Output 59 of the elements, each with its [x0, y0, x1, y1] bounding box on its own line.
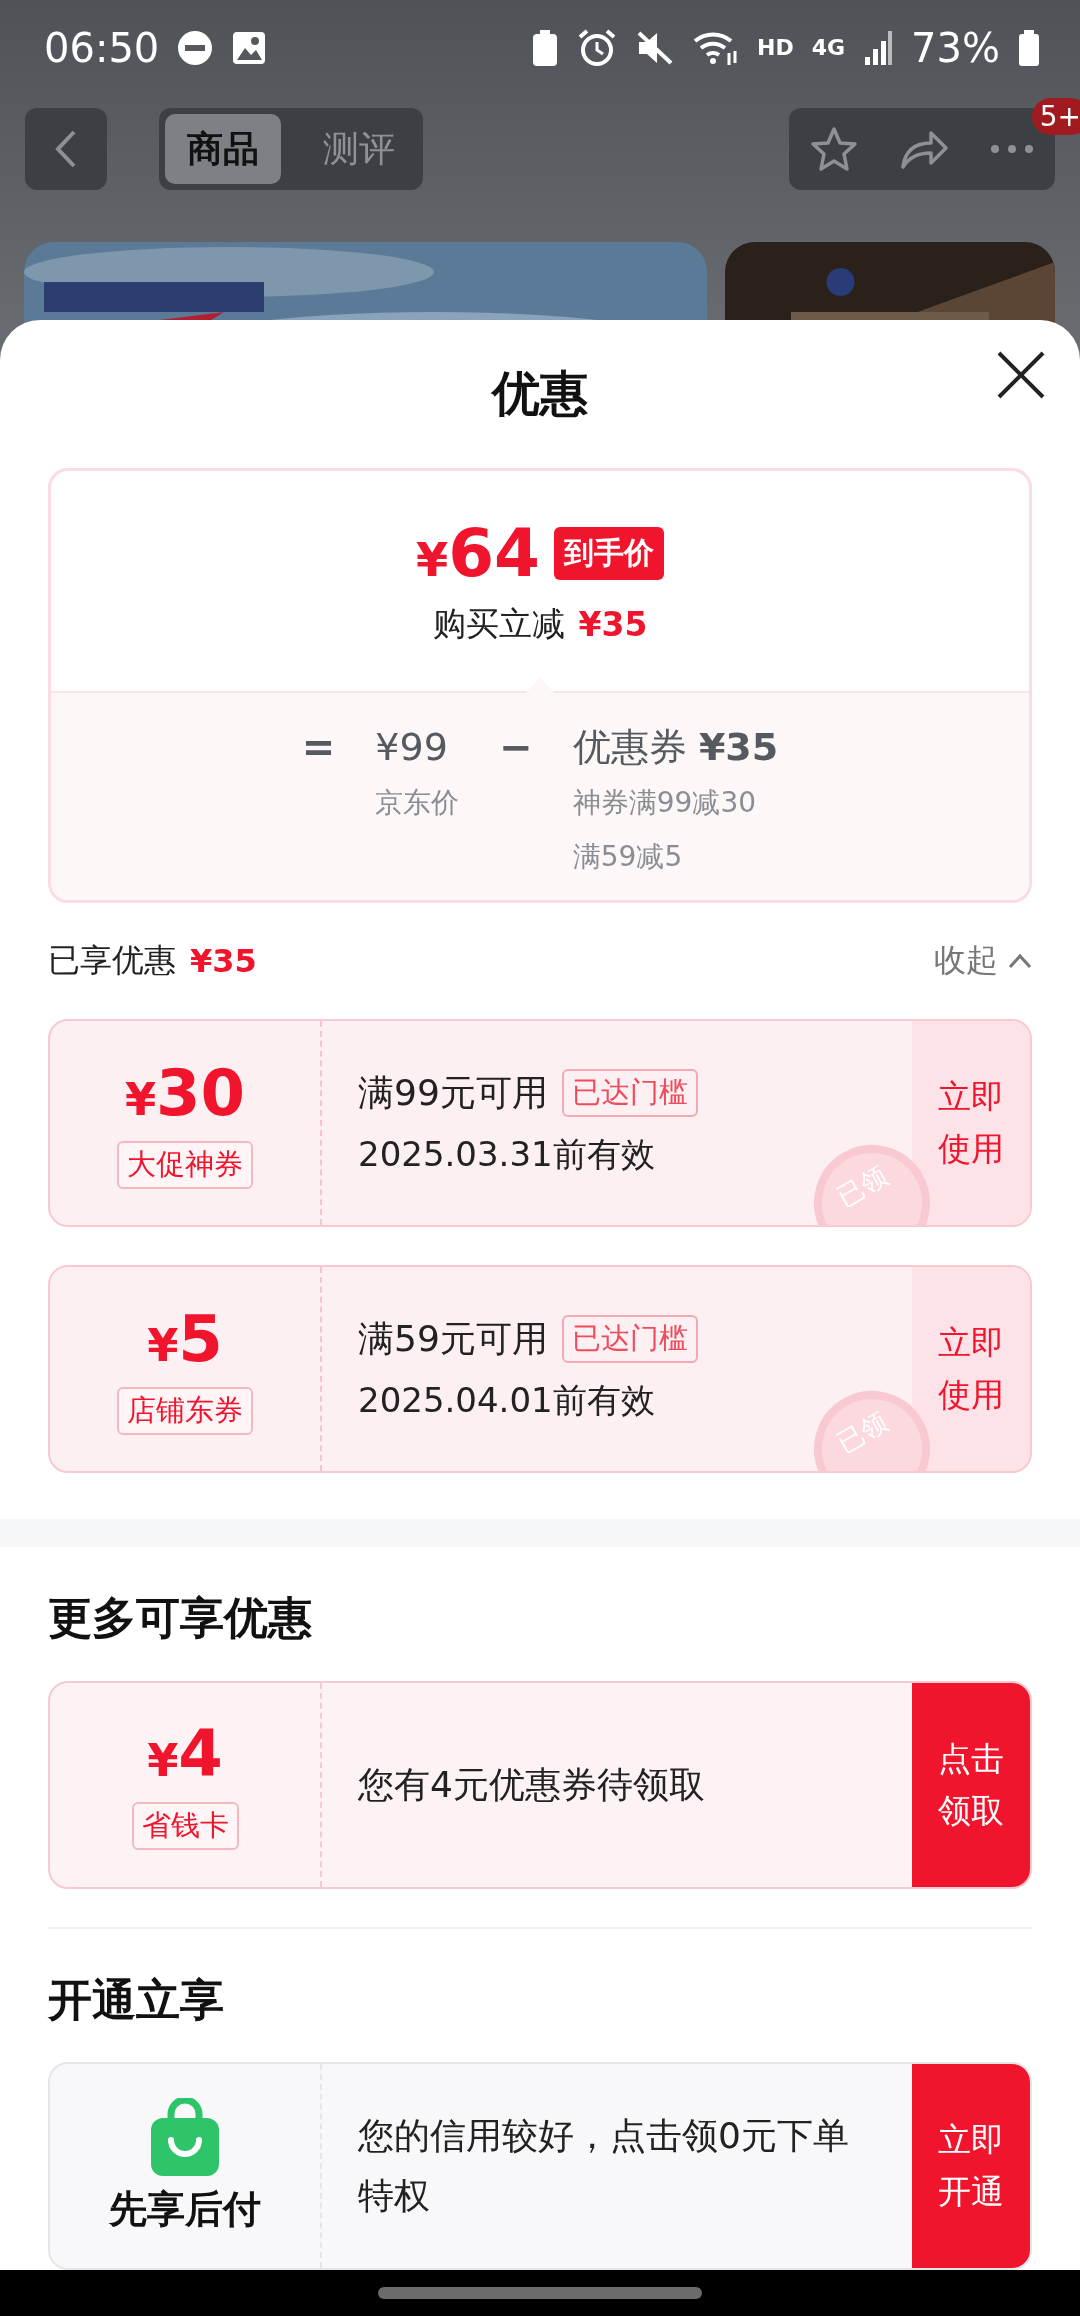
chevron-up-icon — [1008, 952, 1032, 969]
do-not-disturb-icon — [177, 29, 214, 66]
coupon-tag: 店铺东券 — [117, 1386, 253, 1435]
more-button[interactable] — [990, 144, 1035, 154]
list-price-label: 京东价 — [375, 785, 460, 822]
threshold-tag: 已达门槛 — [561, 1069, 698, 1118]
network-label: 4G — [811, 35, 846, 60]
coupon-detail: 神券满99减30 — [572, 785, 758, 822]
battery-icon — [1018, 28, 1040, 67]
price-tag: 到手价 — [554, 527, 664, 581]
section-title: 更多可享优惠 — [48, 1591, 312, 1646]
tab[interactable]: 商品 — [165, 114, 281, 184]
coupon-validity: 2025.04.01前有效 — [358, 1378, 656, 1422]
battery-percent: 73% — [911, 24, 1000, 71]
use-coupon-button[interactable]: 立即使用 — [912, 1267, 1030, 1472]
back-button[interactable] — [25, 108, 107, 190]
image-icon — [231, 29, 268, 66]
sheet-title: 优惠 — [492, 364, 588, 424]
coupon-tag: 大促神券 — [117, 1140, 253, 1189]
section-title: 开通立享 — [48, 1972, 224, 2027]
offer-action-button[interactable]: 点击领取 — [912, 1682, 1030, 1887]
collapse-toggle[interactable]: 收起 — [934, 938, 1032, 983]
shopping-bag-icon — [149, 2097, 221, 2178]
star-icon — [809, 125, 858, 173]
more-icon — [990, 144, 1035, 154]
tab[interactable]: 测评 — [301, 114, 417, 184]
equals-sign: = — [301, 723, 336, 773]
offer-action-button[interactable]: 立即开通 — [912, 2064, 1030, 2268]
use-coupon-button[interactable]: 立即使用 — [912, 1021, 1030, 1226]
close-button[interactable] — [996, 350, 1046, 400]
offer-tag: 省钱卡 — [131, 1802, 239, 1851]
signal-icon — [863, 28, 894, 67]
list-price: ¥99 — [375, 724, 449, 772]
threshold-tag: 已达门槛 — [561, 1315, 698, 1364]
coupon-amount: ¥5 — [147, 1303, 223, 1378]
minus-sign: − — [499, 723, 533, 773]
favorite-button[interactable] — [809, 125, 858, 173]
alarm-icon — [577, 28, 618, 67]
service-name: 先享后付 — [109, 2185, 261, 2233]
final-price: ¥64 — [416, 515, 540, 593]
battery-saver-icon — [531, 28, 560, 67]
close-icon — [996, 350, 1046, 400]
saving-label: 购买立减 — [432, 603, 565, 646]
coupon-validity: 2025.03.31前有效 — [358, 1132, 656, 1176]
status-time: 06:50 — [44, 24, 160, 71]
coupon-detail: 满59减5 — [572, 839, 684, 876]
enjoyed-label: 已享优惠 — [48, 939, 176, 981]
coupon-total: 优惠券 ¥35 — [572, 724, 779, 772]
offer-amount: ¥4 — [147, 1719, 223, 1794]
back-icon — [54, 129, 78, 169]
saving-amount: ¥35 — [578, 605, 648, 645]
offer-text: 您有4元优惠券待领取 — [358, 1762, 706, 1807]
enjoyed-amount: ¥35 — [190, 941, 257, 980]
offer-text: 您的信用较好，点击领0元下单特权 — [358, 2114, 850, 2218]
coupon-condition: 满99元可用 — [358, 1070, 548, 1115]
hd-label: HD — [757, 35, 794, 60]
coupon-amount: ¥30 — [124, 1057, 246, 1132]
notification-badge: 5+ — [1031, 98, 1080, 135]
coupon-condition: 满59元可用 — [358, 1316, 548, 1361]
